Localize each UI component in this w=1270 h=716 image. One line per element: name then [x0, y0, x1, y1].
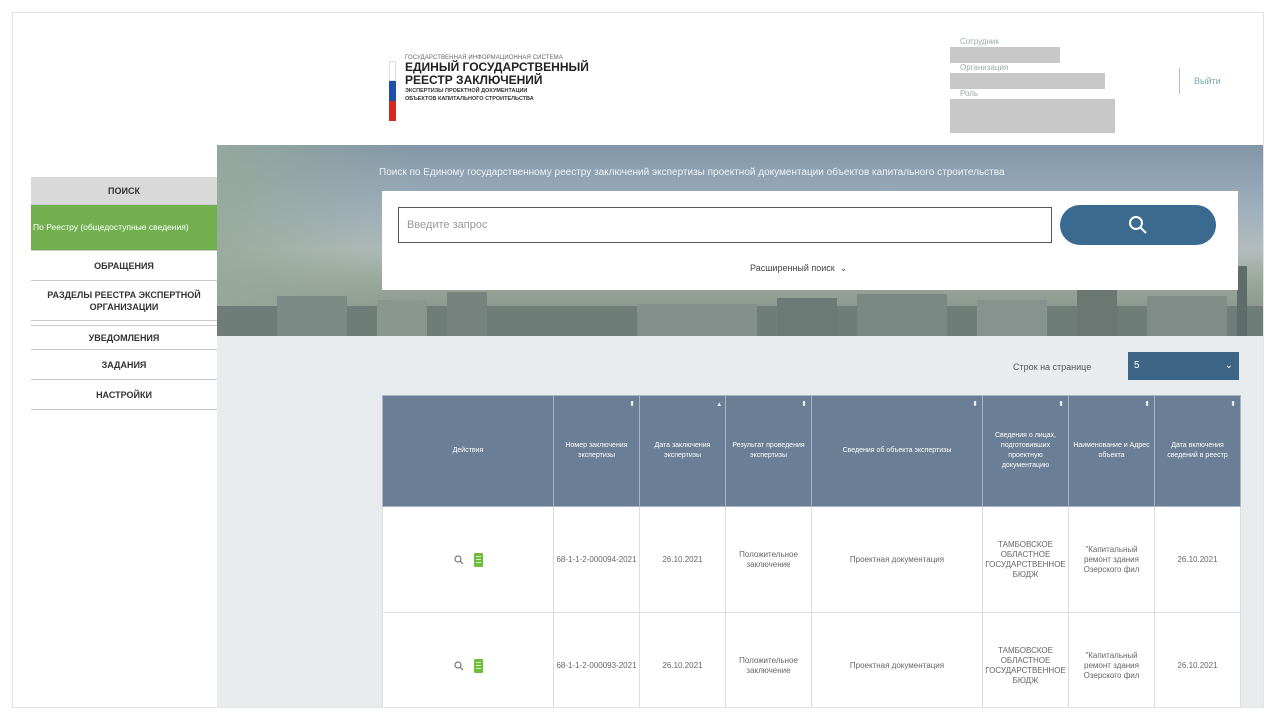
flag-icon [389, 61, 396, 121]
row-actions [382, 506, 554, 613]
sidebar-item-requests[interactable]: ОБРАЩЕНИЯ [31, 251, 217, 281]
cell-name-address: "Капитальный ремонт здания Озерского фил [1068, 506, 1155, 613]
column-header-authors[interactable]: ⬍ Сведения о лицах, подготовивших проектн… [982, 395, 1069, 507]
sort-icon: ⬍ [1144, 401, 1150, 408]
magnifier-icon[interactable] [453, 554, 464, 565]
sort-icon: ⬍ [1058, 401, 1064, 408]
cell-included-date: 26.10.2021 [1154, 506, 1241, 613]
cell-object: Проектная документация [811, 612, 983, 707]
sort-icon: ⬍ [629, 401, 635, 408]
table-row: 68-1-1-2-000094-2021 26.10.2021 Положите… [382, 506, 1241, 613]
logo-subtitle-line1: ЭКСПЕРТИЗЫ ПРОЕКТНОЙ ДОКУМЕНТАЦИИ [405, 88, 528, 94]
logo: ГОСУДАРСТВЕННАЯ ИНФОРМАЦИОННАЯ СИСТЕМА Е… [389, 51, 629, 129]
cell-name-address: "Капитальный ремонт здания Озерского фил [1068, 612, 1155, 707]
app-frame: ГОСУДАРСТВЕННАЯ ИНФОРМАЦИОННАЯ СИСТЕМА Е… [12, 12, 1264, 708]
logout-link[interactable]: Выйти [1179, 68, 1221, 94]
document-icon[interactable] [473, 658, 483, 673]
cell-result: Положительное заключение [725, 612, 812, 707]
advanced-search-label: Расширенный поиск [750, 263, 835, 273]
search-icon [1129, 216, 1147, 234]
user-label-employee: Сотрудник [960, 37, 999, 46]
logo-subtitle-line2: ОБЪЕКТОВ КАПИТАЛЬНОГО СТРОИТЕЛЬСТВА [405, 96, 534, 102]
chevron-down-icon: ⌄ [1224, 360, 1233, 371]
chevron-down-icon: ⌄ [837, 263, 848, 273]
sidebar-item-notifications[interactable]: УВЕДОМЛЕНИЯ [31, 326, 217, 350]
cell-number: 68-1-1-2-000093-2021 [553, 612, 640, 707]
cell-number: 68-1-1-2-000094-2021 [553, 506, 640, 613]
rows-per-page-label: Строк на странице [1013, 362, 1092, 372]
search-banner: Поиск по Единому государственному реестр… [217, 145, 1263, 336]
user-employee-value [950, 47, 1060, 63]
cell-authors: ТАМБОВСКОЕ ОБЛАСТНОЕ ГОСУДАРСТВЕННОЕ БЮД… [982, 612, 1069, 707]
search-button[interactable] [1060, 205, 1216, 245]
cell-authors: ТАМБОВСКОЕ ОБЛАСТНОЕ ГОСУДАРСТВЕННОЕ БЮД… [982, 506, 1069, 613]
user-label-organization: Организация [960, 63, 1009, 72]
table-row: 68-1-1-2-000093-2021 26.10.2021 Положите… [382, 612, 1241, 707]
logo-title-line2: РЕЕСТР ЗАКЛЮЧЕНИЙ [405, 73, 543, 87]
cell-date: 26.10.2021 [639, 506, 726, 613]
column-header-date[interactable]: ▴ Дата заключения экспертизы [639, 395, 726, 507]
banner-title: Поиск по Единому государственному реестр… [379, 167, 1005, 178]
sidebar-item-search[interactable]: ПОИСК [31, 177, 217, 205]
column-header-number[interactable]: ⬍ Номер заключения экспертизы [553, 395, 640, 507]
results-table: Действия ⬍ Номер заключения экспертизы ▴ Д… [382, 395, 1241, 707]
user-role-value [950, 99, 1115, 133]
user-info: Сотрудник Организация Роль [950, 37, 1130, 133]
magnifier-icon[interactable] [453, 660, 464, 671]
cell-included-date: 26.10.2021 [1154, 612, 1241, 707]
table-header-row: Действия ⬍ Номер заключения экспертизы ▴ Д… [382, 395, 1241, 507]
sidebar-item-settings[interactable]: НАСТРОЙКИ [31, 380, 217, 410]
cell-date: 26.10.2021 [639, 612, 726, 707]
results-area: Строк на странице 5 ⌄ Действия ⬍ Номер за… [217, 336, 1263, 707]
sort-icon: ▴ [717, 401, 721, 408]
column-header-object[interactable]: ⬍ Сведения об объекта экспертизы [811, 395, 983, 507]
cell-result: Положительное заключение [725, 506, 812, 613]
column-header-actions: Действия [382, 395, 554, 507]
column-header-name-address[interactable]: ⬍ Наименование и Адрес объекта [1068, 395, 1155, 507]
search-input[interactable] [398, 207, 1052, 243]
sidebar-item-tasks[interactable]: ЗАДАНИЯ [31, 350, 217, 380]
advanced-search-toggle[interactable]: Расширенный поиск ⌄ [750, 263, 847, 274]
sidebar: ПОИСК По Реестру (общедоступные сведения… [31, 145, 217, 410]
rows-per-page-value: 5 [1134, 360, 1140, 371]
user-label-role: Роль [960, 89, 979, 98]
rows-per-page-select[interactable]: 5 ⌄ [1128, 352, 1239, 380]
row-actions [382, 612, 554, 707]
user-organization-value [950, 73, 1105, 89]
cell-object: Проектная документация [811, 506, 983, 613]
sidebar-item-registry-sections[interactable]: РАЗДЕЛЫ РЕЕСТРА ЭКСПЕРТНОЙ ОРГАНИЗАЦИИ [31, 281, 217, 321]
sidebar-item-registry-public[interactable]: По Реестру (общедоступные сведения) [31, 205, 217, 251]
sort-icon: ⬍ [972, 401, 978, 408]
column-header-result[interactable]: ⬍ Результат проведения экспертизы [725, 395, 812, 507]
document-icon[interactable] [473, 552, 483, 567]
search-card: Расширенный поиск ⌄ [382, 191, 1238, 290]
column-header-included-date[interactable]: ⬍ Дата включения сведений в реестр [1154, 395, 1241, 507]
sort-icon: ⬍ [1230, 401, 1236, 408]
sort-icon: ⬍ [801, 401, 807, 408]
